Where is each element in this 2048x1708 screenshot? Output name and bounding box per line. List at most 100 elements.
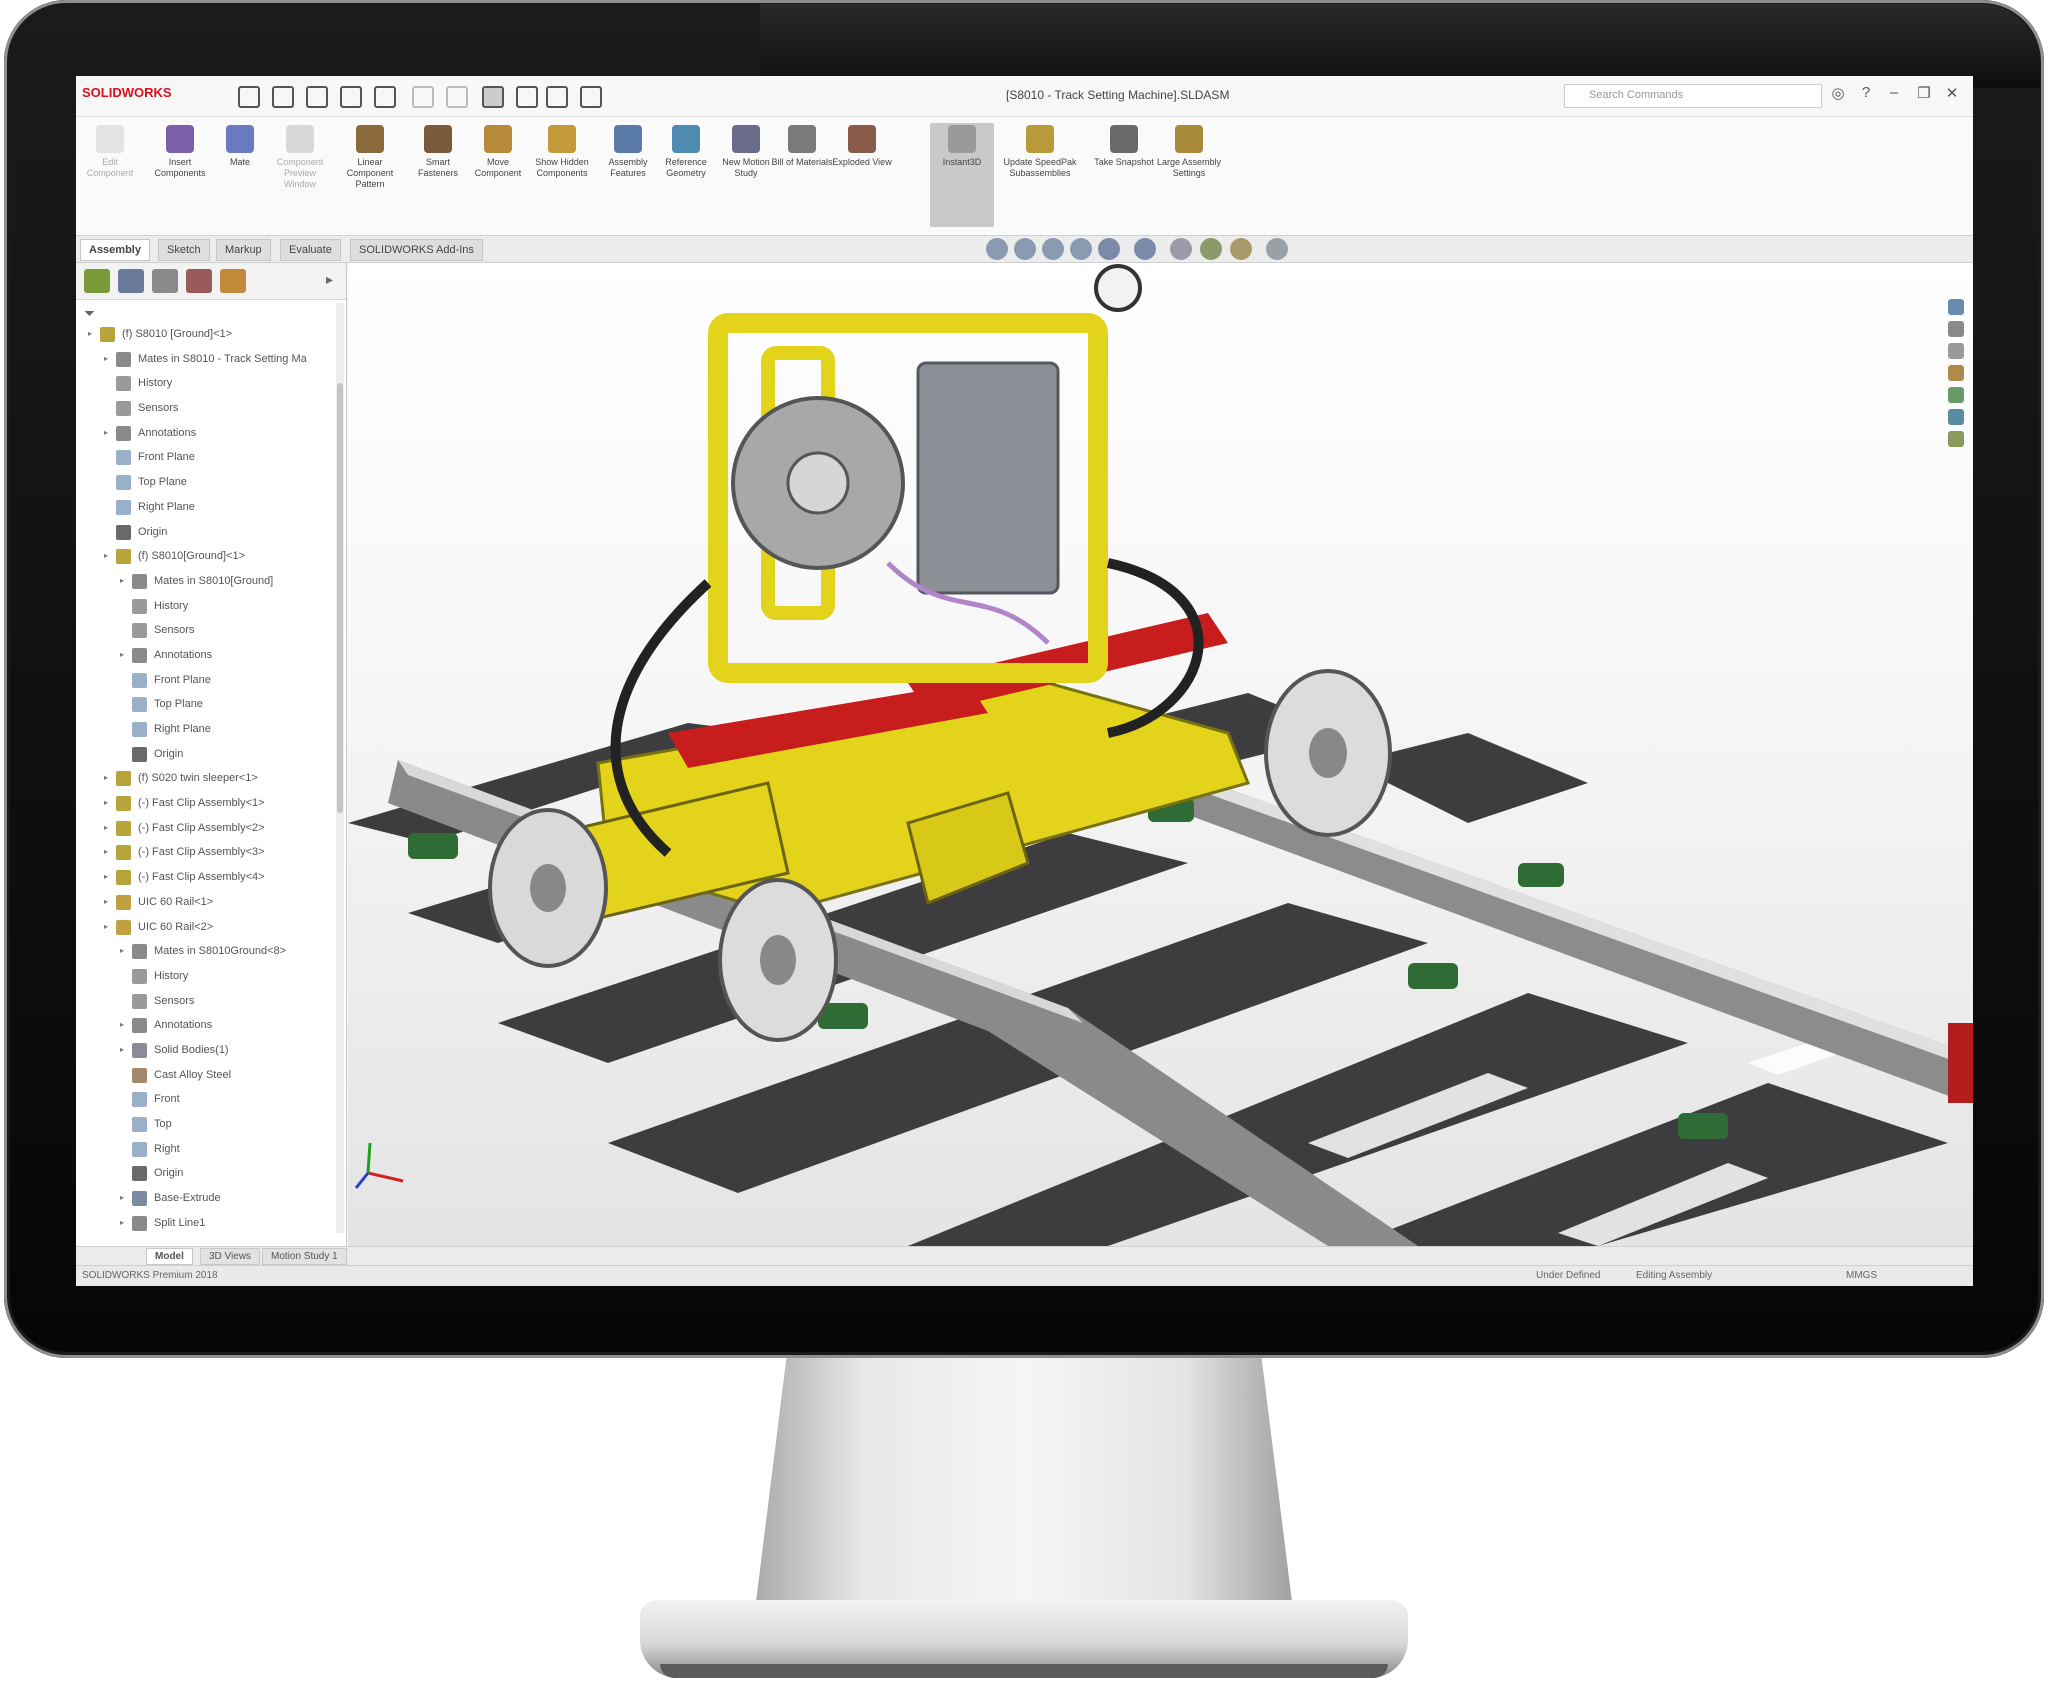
tree-node[interactable]: ▸ (-) Fast Clip Assembly<4> xyxy=(76,866,336,891)
expand-arrow-icon[interactable]: ▸ xyxy=(120,1218,124,1227)
tab-motion-study-1[interactable]: Motion Study 1 xyxy=(262,1248,347,1265)
expand-arrow-icon[interactable]: ▸ xyxy=(120,1020,124,1029)
tree-node[interactable]: ▸ Split Line1 xyxy=(76,1212,336,1237)
tree-node[interactable]: History xyxy=(76,372,336,397)
edit-appearance-icon[interactable] xyxy=(1200,238,1222,260)
view-settings-icon[interactable] xyxy=(1266,238,1288,260)
tree-node[interactable]: Front Plane xyxy=(76,446,336,471)
tree-node[interactable]: ▸ Mates in S8010[Ground] xyxy=(76,570,336,595)
expand-arrow-icon[interactable]: ▸ xyxy=(104,773,108,782)
tree-node[interactable]: Sensors xyxy=(76,397,336,422)
expand-arrow-icon[interactable]: ▸ xyxy=(104,798,108,807)
solidworks-resources-icon[interactable] xyxy=(1948,299,1964,315)
tree-node[interactable]: ▸ Annotations xyxy=(76,644,336,669)
component-preview-window-button[interactable]: Component Preview Window xyxy=(268,123,332,227)
reference-geometry-button[interactable]: Reference Geometry xyxy=(654,123,718,227)
tree-node[interactable]: ▸ (-) Fast Clip Assembly<3> xyxy=(76,841,336,866)
select-icon[interactable] xyxy=(482,86,504,108)
options-gear-icon[interactable] xyxy=(580,86,602,108)
expand-arrow-icon[interactable]: ▸ xyxy=(104,872,108,881)
edit-component-button[interactable]: Edit Component xyxy=(78,123,142,227)
tree-node[interactable]: History xyxy=(76,595,336,620)
display-style-icon[interactable] xyxy=(1134,238,1156,260)
feature-manager-tab-icon[interactable] xyxy=(84,269,110,293)
tree-scrollbar[interactable] xyxy=(336,303,344,1233)
tree-node[interactable]: Right Plane xyxy=(76,496,336,521)
design-library-icon[interactable] xyxy=(1948,321,1964,337)
tree-node[interactable]: Right xyxy=(76,1138,336,1163)
expand-arrow-icon[interactable]: ▸ xyxy=(104,847,108,856)
move-component-button[interactable]: Move Component xyxy=(466,123,530,227)
expand-arrow-icon[interactable]: ▸ xyxy=(104,922,108,931)
tab-sketch[interactable]: Sketch xyxy=(158,239,210,261)
solidworks-forum-icon[interactable] xyxy=(1948,431,1964,447)
file-explorer-icon[interactable] xyxy=(1948,343,1964,359)
tab-assembly[interactable]: Assembly xyxy=(80,239,150,261)
tree-node[interactable]: Origin xyxy=(76,521,336,546)
tree-node[interactable]: ▸ Solid Bodies(1) xyxy=(76,1039,336,1064)
property-manager-tab-icon[interactable] xyxy=(118,269,144,293)
tree-node[interactable]: ▸ Mates in S8010Ground<8> xyxy=(76,940,336,965)
graphics-area[interactable] xyxy=(348,263,1973,1246)
tree-node[interactable]: Front xyxy=(76,1088,336,1113)
rebuild-icon[interactable] xyxy=(516,86,538,108)
linear-component-pattern-button[interactable]: Linear Component Pattern xyxy=(338,123,402,227)
tree-node[interactable]: ▸ (f) S8010[Ground]<1> xyxy=(76,545,336,570)
user-icon[interactable]: ◎ xyxy=(1828,84,1848,104)
exploded-view-button[interactable]: Exploded View xyxy=(830,123,894,227)
apply-scene-icon[interactable] xyxy=(1230,238,1252,260)
tab-model[interactable]: Model xyxy=(146,1248,193,1265)
expand-arrow-icon[interactable]: ▸ xyxy=(120,576,124,585)
panel-expand-arrow-icon[interactable]: ▸ xyxy=(326,271,333,288)
update-speedpak-button[interactable]: Update SpeedPak Subassemblies xyxy=(1000,123,1080,227)
tab-evaluate[interactable]: Evaluate xyxy=(280,239,341,261)
tree-node[interactable]: ▸ (-) Fast Clip Assembly<1> xyxy=(76,792,336,817)
custom-properties-icon[interactable] xyxy=(1948,409,1964,425)
tree-node[interactable]: ▸ Mates in S8010 - Track Setting Ma xyxy=(76,348,336,373)
expand-arrow-icon[interactable]: ▸ xyxy=(88,329,92,338)
smart-fasteners-button[interactable]: Smart Fasteners xyxy=(406,123,470,227)
save-icon[interactable] xyxy=(340,86,362,108)
tree-node[interactable]: Sensors xyxy=(76,619,336,644)
zoom-to-area-icon[interactable] xyxy=(1014,238,1036,260)
take-snapshot-button[interactable]: Take Snapshot xyxy=(1092,123,1156,227)
expand-arrow-icon[interactable]: ▸ xyxy=(104,354,108,363)
file-properties-icon[interactable] xyxy=(546,86,568,108)
assembly-features-button[interactable]: Assembly Features xyxy=(596,123,660,227)
tab-solidworks-add-ins[interactable]: SOLIDWORKS Add-Ins xyxy=(350,239,483,261)
hide-show-items-icon[interactable] xyxy=(1170,238,1192,260)
tree-node[interactable]: Sensors xyxy=(76,990,336,1015)
unit-system[interactable]: MMGS xyxy=(1846,1270,1877,1281)
home-icon[interactable] xyxy=(238,86,260,108)
help-icon[interactable]: ? xyxy=(1856,84,1876,104)
expand-arrow-icon[interactable]: ▸ xyxy=(120,1193,124,1202)
previous-view-icon[interactable] xyxy=(1042,238,1064,260)
expand-arrow-icon[interactable]: ▸ xyxy=(104,551,108,560)
tree-node[interactable]: Top Plane xyxy=(76,693,336,718)
instant3d-button[interactable]: Instant3D xyxy=(930,123,994,227)
dimxpert-manager-tab-icon[interactable] xyxy=(186,269,212,293)
restore-icon[interactable]: ❐ xyxy=(1914,84,1934,104)
tab-3d-views[interactable]: 3D Views xyxy=(200,1248,261,1265)
tree-node[interactable]: ▸ (f) S020 twin sleeper<1> xyxy=(76,767,336,792)
expand-arrow-icon[interactable]: ▸ xyxy=(104,897,108,906)
tree-scrollbar-thumb[interactable] xyxy=(337,383,343,813)
tree-node[interactable]: ▸ Annotations xyxy=(76,1014,336,1039)
open-folder-icon[interactable] xyxy=(306,86,328,108)
expand-arrow-icon[interactable]: ▸ xyxy=(120,946,124,955)
view-orientation-icon[interactable] xyxy=(1098,238,1120,260)
search-commands-box[interactable]: Search Commands xyxy=(1564,84,1822,108)
tree-filter-icon[interactable]: ⏷ xyxy=(84,305,95,322)
view-palette-icon[interactable] xyxy=(1948,365,1964,381)
tree-node[interactable]: ▸ UIC 60 Rail<2> xyxy=(76,916,336,941)
close-icon[interactable]: ✕ xyxy=(1942,84,1962,104)
tab-markup[interactable]: Markup xyxy=(216,239,271,261)
tree-node[interactable]: Origin xyxy=(76,743,336,768)
zoom-to-fit-icon[interactable] xyxy=(986,238,1008,260)
expand-arrow-icon[interactable]: ▸ xyxy=(120,650,124,659)
minimize-icon[interactable]: – xyxy=(1884,84,1904,104)
configuration-manager-tab-icon[interactable] xyxy=(152,269,178,293)
tree-node[interactable]: ▸ UIC 60 Rail<1> xyxy=(76,891,336,916)
tree-node[interactable]: Origin xyxy=(76,1162,336,1187)
print-icon[interactable] xyxy=(374,86,396,108)
